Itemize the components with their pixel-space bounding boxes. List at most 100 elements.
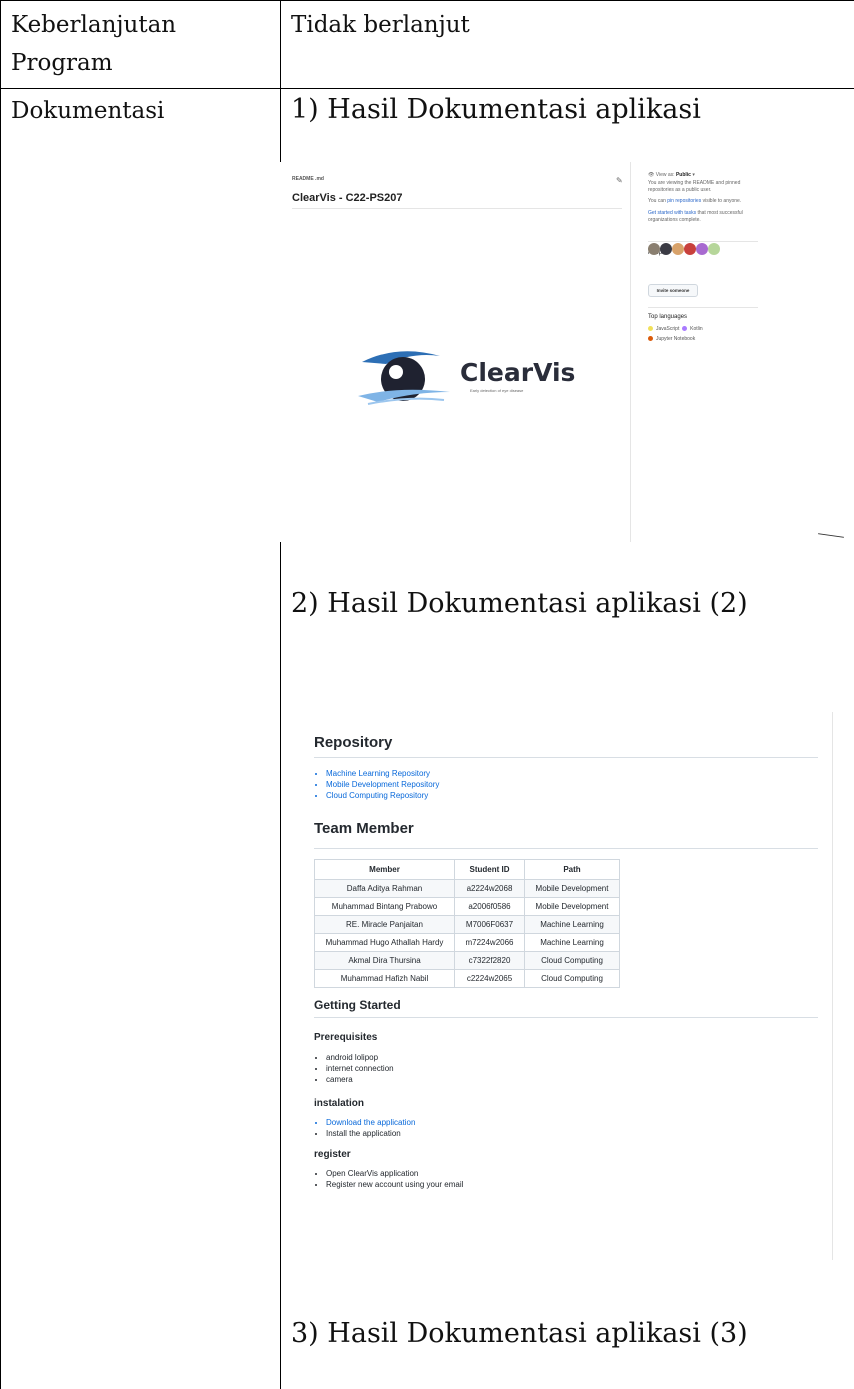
download-link[interactable]: Download the application (326, 1117, 415, 1128)
table-row: Daffa Aditya Rahman a2224w2068 Mobile De… (314, 879, 620, 898)
jupyter-dot (648, 336, 653, 342)
pin-text: You can pin repositories visible to anyo… (648, 198, 763, 205)
row-value: Tidak berlanjut (291, 12, 470, 38)
student-id: c7322f2820 (454, 951, 525, 970)
language-javascript: JavaScript (656, 326, 680, 332)
readme-file-label: README .md (292, 176, 324, 182)
member-name: Daffa Aditya Rahman (314, 879, 455, 898)
table-header: Path (524, 859, 620, 880)
table-row: RE. Miracle Panjaitan M7006F0637 Machine… (314, 915, 620, 934)
list-item: android lolipop (326, 1052, 394, 1063)
member-name: Muhammad Bintang Prabowo (314, 897, 455, 916)
language-row: Jupyter Notebook (648, 336, 695, 342)
register-heading: register (314, 1149, 351, 1160)
repository-list: Machine Learning Repository Mobile Devel… (317, 768, 439, 801)
clearvis-logo-text: ClearVis (460, 358, 576, 387)
table-row: Muhammad Hugo Athallah Hardy m7224w2066 … (314, 933, 620, 952)
sidebar-separator (648, 241, 758, 242)
language-kotlin: Kotlin (690, 326, 703, 332)
view-as-prefix: View as: (655, 172, 675, 178)
view-description: You are viewing the README and pinned re… (648, 180, 741, 193)
team-member-heading: Team Member (314, 820, 414, 837)
language-row: JavaScript Kotlin (648, 326, 703, 332)
member-path: Mobile Development (524, 879, 620, 898)
table-border-top (0, 0, 854, 1)
readme-title: ClearVis - C22-PS207 (292, 192, 403, 204)
list-item: Install the application (326, 1128, 415, 1139)
avatar[interactable] (672, 243, 684, 255)
list-item: camera (326, 1074, 394, 1085)
table-header: Member (314, 859, 455, 880)
avatar[interactable] (648, 243, 660, 255)
table-row: Muhammad Bintang Prabowo a2006f0586 Mobi… (314, 897, 620, 916)
view-as-value[interactable]: Public (676, 172, 691, 178)
team-rule (314, 848, 818, 849)
list-item: Open ClearVis application (326, 1168, 463, 1179)
member-path: Machine Learning (524, 933, 620, 952)
table-row: Muhammad Hafizh Nabil c2224w2065 Cloud C… (314, 969, 620, 988)
row-label-line-2: Program (11, 50, 113, 76)
javascript-dot (648, 326, 653, 332)
getting-started-rule (314, 1017, 818, 1018)
register-list: Open ClearVis application Register new a… (317, 1168, 463, 1190)
student-id: a2224w2068 (454, 879, 525, 898)
table-row-divider (0, 88, 854, 89)
pin-repositories-link[interactable]: pin repositories (667, 198, 701, 204)
table-header-row: Member Student ID Path (314, 859, 620, 880)
getting-started-heading: Getting Started (314, 998, 401, 1012)
tasks-link[interactable]: Get started with tasks (648, 210, 696, 216)
member-path: Cloud Computing (524, 969, 620, 988)
repository-heading: Repository (314, 734, 393, 751)
eye-icon: 👁 (648, 172, 655, 178)
repository-link[interactable]: Machine Learning Repository (326, 768, 439, 779)
prerequisites-heading: Prerequisites (314, 1032, 378, 1043)
member-name: Muhammad Hafizh Nabil (314, 969, 455, 988)
student-id: c2224w2065 (454, 969, 525, 988)
pin-suffix: visible to anyone. (702, 198, 742, 204)
member-path: Machine Learning (524, 915, 620, 934)
installation-heading: instalation (314, 1098, 365, 1109)
member-name: RE. Miracle Panjaitan (314, 915, 455, 934)
table-header: Student ID (454, 859, 525, 880)
avatar[interactable] (696, 243, 708, 255)
tasks-text: Get started with tasks that most success… (648, 210, 763, 224)
avatar[interactable] (708, 243, 720, 255)
readme-right-border (832, 712, 833, 1260)
row-label: Dokumentasi (11, 98, 165, 124)
table-row: Akmal Dira Thursina c7322f2820 Cloud Com… (314, 951, 620, 970)
pin-prefix: You can (648, 198, 666, 204)
student-id: a2006f0586 (454, 897, 525, 916)
student-id: m7224w2066 (454, 933, 525, 952)
kotlin-dot (682, 326, 688, 332)
member-path: Mobile Development (524, 897, 620, 916)
repository-link[interactable]: Cloud Computing Repository (326, 790, 439, 801)
table-border-left (0, 0, 1, 1389)
avatar[interactable] (684, 243, 696, 255)
repository-link[interactable]: Mobile Development Repository (326, 779, 439, 790)
team-member-table: Member Student ID Path Daffa Aditya Rahm… (314, 859, 620, 988)
documentation-heading-2: 2) Hasil Dokumentasi aplikasi (2) (291, 588, 748, 619)
clearvis-tagline: Early detection of eye disease (470, 388, 524, 393)
view-as: 👁 View as: Public ▾ (648, 172, 695, 178)
member-path: Cloud Computing (524, 951, 620, 970)
clearvis-logo-icon (358, 351, 450, 405)
documentation-heading-1: 1) Hasil Dokumentasi aplikasi (291, 94, 701, 125)
member-name: Muhammad Hugo Athallah Hardy (314, 933, 455, 952)
prerequisites-list: android lolipop internet connection came… (317, 1052, 394, 1085)
repository-rule (314, 757, 818, 758)
list-item: Register new account using your email (326, 1179, 463, 1190)
member-name: Akmal Dira Thursina (314, 951, 455, 970)
pencil-icon[interactable]: ✎ (616, 176, 623, 185)
avatar[interactable] (660, 243, 672, 255)
language-jupyter: Jupyter Notebook (656, 336, 696, 342)
student-id: M7006F0637 (454, 915, 525, 934)
documentation-heading-3: 3) Hasil Dokumentasi aplikasi (3) (291, 1318, 748, 1349)
top-languages-heading: Top languages (648, 314, 688, 320)
list-item: internet connection (326, 1063, 394, 1074)
invite-someone-button[interactable]: Invite someone (648, 284, 698, 297)
decorative-stroke (818, 533, 844, 538)
screenshot-team-readme: Repository Machine Learning Repository M… (299, 712, 833, 1262)
row-label-line-1: Keberlanjutan (11, 12, 177, 38)
screenshot-readme: README .md ClearVis - C22-PS207 ✎ 👁 View… (280, 162, 780, 542)
sidebar-border (630, 162, 631, 542)
